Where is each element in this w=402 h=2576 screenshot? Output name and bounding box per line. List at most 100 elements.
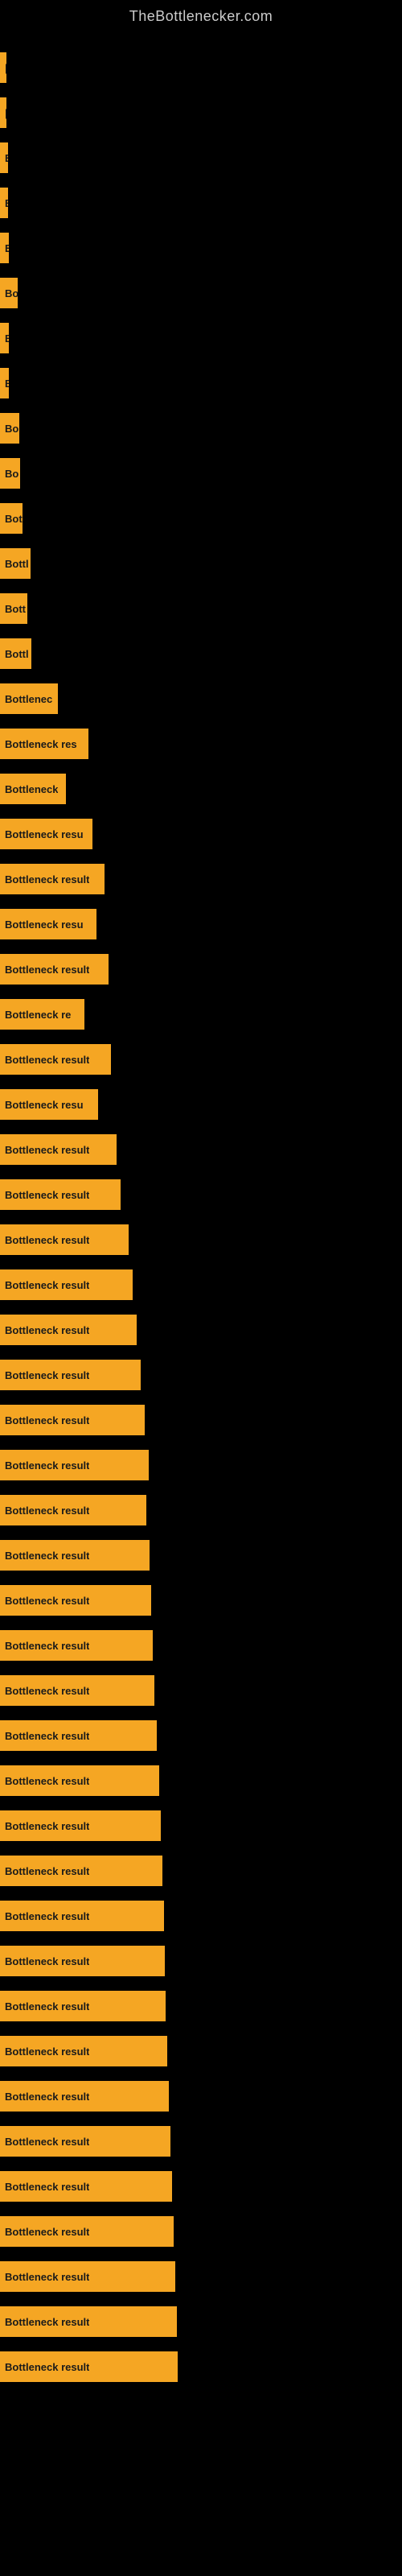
bar-item: Bottleneck resu [0, 1089, 98, 1120]
bar-label: B [5, 332, 9, 345]
bar-label: Bottleneck result [5, 1189, 89, 1201]
bar-label: Bottl [5, 558, 29, 570]
bar-item: Bottleneck result [0, 1901, 164, 1931]
bar-label: Bottleneck result [5, 1324, 89, 1336]
bar-label: Bo [5, 423, 18, 435]
bar-label: Bottleneck result [5, 1685, 89, 1697]
bar-label: Bottleneck result [5, 1459, 89, 1472]
bar-row: Bottleneck result [0, 947, 402, 992]
bar-row: Bottleneck result [0, 2164, 402, 2209]
bar-label: Bottleneck result [5, 964, 89, 976]
bar-row: Bottleneck resu [0, 811, 402, 857]
bar-item: Bottleneck result [0, 1495, 146, 1525]
bar-row: Bo [0, 270, 402, 316]
bar-item: Bo [0, 458, 20, 489]
bar-row: Bottleneck result [0, 1533, 402, 1578]
bar-item: Bottleneck result [0, 1315, 137, 1345]
bar-label: Bottleneck result [5, 1505, 89, 1517]
bar-label: Bottleneck result [5, 1730, 89, 1742]
bar-item: Bottleneck result [0, 1856, 162, 1886]
bar-item: Bottleneck result [0, 1630, 153, 1661]
bar-item: B [0, 323, 9, 353]
bar-row: Bottleneck result [0, 1037, 402, 1082]
bar-label: Bo [5, 287, 18, 299]
bar-row: | [0, 45, 402, 90]
bar-item: Bottlenec [0, 683, 58, 714]
bar-item: B [0, 188, 8, 218]
bar-item: Bottleneck result [0, 2261, 175, 2292]
bar-row: B [0, 361, 402, 406]
bar-row: Bottleneck result [0, 1713, 402, 1758]
bar-row: Bottleneck result [0, 2119, 402, 2164]
bar-label: Bottleneck resu [5, 828, 84, 840]
bar-row: Bo [0, 451, 402, 496]
bar-item: Bottleneck [0, 774, 66, 804]
bar-item: Bottleneck result [0, 1720, 157, 1751]
bar-item: Bottleneck result [0, 1765, 159, 1796]
bar-item: Bottleneck result [0, 864, 105, 894]
bar-row: Bottleneck result [0, 1938, 402, 1984]
bar-row: Bottleneck re [0, 992, 402, 1037]
bar-row: Bottleneck [0, 766, 402, 811]
bar-label: Bottleneck re [5, 1009, 71, 1021]
bar-row: Bottleneck result [0, 2029, 402, 2074]
site-title-text: TheBottlenecker.com [0, 0, 402, 37]
bar-label: Bottleneck result [5, 1820, 89, 1832]
bar-row: Bottl [0, 541, 402, 586]
bar-label: E [5, 242, 9, 254]
bar-label: Bottleneck result [5, 2361, 89, 2373]
bar-item: Bottleneck result [0, 1360, 141, 1390]
bars-container: ||EBEBoBBBoBoBotBottlBottBottlBottlenecB… [0, 37, 402, 2397]
bar-row: Bottleneck result [0, 1848, 402, 1893]
bar-row: Bottleneck resu [0, 902, 402, 947]
bar-item: Bottleneck result [0, 954, 109, 985]
bar-label: Bottleneck resu [5, 919, 84, 931]
bar-item: Bottleneck result [0, 1134, 117, 1165]
bar-row: Bottleneck result [0, 1443, 402, 1488]
bar-label: Bottleneck result [5, 2136, 89, 2148]
bar-label: Bottleneck result [5, 1144, 89, 1156]
bar-row: Bottleneck result [0, 1893, 402, 1938]
bar-item: B [0, 368, 9, 398]
bar-row: Bottleneck result [0, 857, 402, 902]
bar-row: Bottleneck result [0, 1127, 402, 1172]
bar-label: Bottleneck result [5, 1595, 89, 1607]
bar-item: Bottleneck result [0, 2036, 167, 2066]
bar-item: Bottleneck result [0, 2081, 169, 2112]
bar-label: Bottleneck result [5, 2000, 89, 2013]
bar-label: | [5, 62, 6, 74]
bar-row: E [0, 225, 402, 270]
bar-label: Bottleneck result [5, 2226, 89, 2238]
bar-label: Bottleneck result [5, 1369, 89, 1381]
bar-label: Bottleneck result [5, 1550, 89, 1562]
bar-item: Bott [0, 593, 27, 624]
bar-row: Bottleneck result [0, 1172, 402, 1217]
bar-row: Bottleneck result [0, 1984, 402, 2029]
bar-row: Bottleneck result [0, 1803, 402, 1848]
bar-label: Bottleneck [5, 783, 58, 795]
bar-item: Bottleneck result [0, 1991, 166, 2021]
bar-label: Bottleneck result [5, 1640, 89, 1652]
bar-item: Bottleneck result [0, 1675, 154, 1706]
bar-row: Bottleneck res [0, 721, 402, 766]
bar-label: Bo [5, 468, 18, 480]
bar-item: Bottleneck result [0, 2171, 172, 2202]
bar-item: Bottleneck res [0, 729, 88, 759]
bar-item: Bottleneck result [0, 2126, 170, 2157]
bar-item: Bottl [0, 548, 31, 579]
bar-row: B [0, 316, 402, 361]
bar-item: | [0, 97, 6, 128]
bar-label: Bottleneck result [5, 2181, 89, 2193]
bar-item: Bottleneck result [0, 1450, 149, 1480]
bar-label: Bottleneck result [5, 873, 89, 886]
bar-row: | [0, 90, 402, 135]
bar-row: Bottleneck result [0, 1307, 402, 1352]
bar-label: Bottleneck result [5, 2316, 89, 2328]
bar-item: Bottleneck result [0, 2351, 178, 2382]
bar-label: B [5, 197, 8, 209]
bar-label: Bottleneck result [5, 1054, 89, 1066]
bar-row: Bottlenec [0, 676, 402, 721]
bar-row: Bottleneck resu [0, 1082, 402, 1127]
bar-label: E [5, 152, 8, 164]
bar-item: E [0, 142, 8, 173]
